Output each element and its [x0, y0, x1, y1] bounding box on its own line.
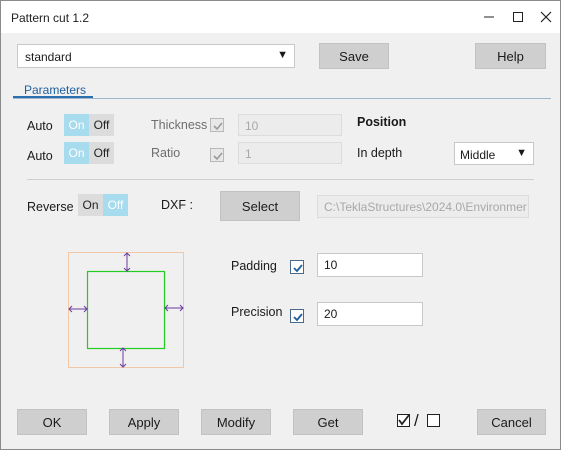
padding-label: Padding: [231, 259, 277, 273]
toggle-all-separator: /: [414, 411, 419, 430]
empty-box-icon[interactable]: [427, 414, 441, 428]
tab-divider: [13, 98, 551, 99]
checkmark-icon: [213, 122, 223, 131]
auto-toggle-ratio[interactable]: On Off: [64, 142, 114, 164]
chevron-down-icon: ▼: [277, 49, 288, 61]
title-bar: Pattern cut 1.2: [1, 1, 560, 33]
maximize-button[interactable]: [504, 1, 532, 33]
window-title: Pattern cut 1.2: [11, 11, 90, 25]
modify-button[interactable]: Modify: [201, 409, 271, 435]
section-divider: [27, 179, 534, 180]
auto-toggle-thickness[interactable]: On Off: [64, 114, 114, 136]
save-button[interactable]: Save: [319, 43, 389, 69]
precision-checkbox[interactable]: [290, 309, 304, 323]
tab-parameters[interactable]: Parameters: [24, 83, 86, 97]
help-button[interactable]: Help: [475, 43, 546, 69]
cancel-button[interactable]: Cancel: [477, 409, 546, 435]
toggle-off[interactable]: Off: [89, 114, 114, 136]
ratio-input[interactable]: 1: [238, 142, 342, 164]
reverse-label: Reverse: [27, 200, 74, 214]
padding-value: 10: [324, 258, 338, 272]
ok-button[interactable]: OK: [17, 409, 87, 435]
position-heading: Position: [357, 115, 407, 129]
dxf-path-input[interactable]: C:\TeklaStructures\2024.0\Environmer: [317, 195, 529, 218]
checkmark-icon: [213, 152, 223, 161]
in-depth-label: In depth: [357, 146, 403, 160]
toggle-all-control: /: [397, 411, 447, 431]
toggle-on[interactable]: On: [64, 114, 89, 136]
preset-value: standard: [25, 50, 72, 64]
thickness-value: 10: [245, 119, 259, 133]
padding-diagram: [68, 252, 184, 368]
precision-value: 20: [324, 307, 338, 321]
minimize-icon: [484, 16, 494, 18]
reverse-toggle[interactable]: On Off: [78, 194, 128, 216]
auto-label-ratio: Auto: [27, 149, 53, 163]
ratio-value: 1: [245, 147, 252, 161]
checked-box-icon[interactable]: [397, 414, 411, 428]
apply-button[interactable]: Apply: [109, 409, 179, 435]
toggle-on[interactable]: On: [64, 142, 89, 164]
toggle-on[interactable]: On: [78, 194, 103, 216]
minimize-button[interactable]: [475, 1, 503, 33]
precision-label: Precision: [231, 305, 283, 319]
in-depth-value: Middle: [460, 148, 496, 162]
inner-shape: [86, 270, 166, 350]
padding-arrows: [68, 252, 184, 368]
checkmark-icon: [293, 313, 303, 322]
precision-input[interactable]: 20: [317, 302, 423, 326]
padding-input[interactable]: 10: [317, 253, 423, 277]
thickness-input[interactable]: 10: [238, 114, 342, 136]
chevron-down-icon: ▼: [516, 147, 527, 159]
thickness-label: Thickness: [151, 118, 208, 132]
dxf-select-button[interactable]: Select: [220, 191, 300, 221]
dialog-window: Pattern cut 1.2 standard ▼ Save Help Par…: [0, 0, 561, 450]
in-depth-dropdown[interactable]: Middle ▼: [454, 142, 534, 165]
padding-checkbox[interactable]: [290, 260, 304, 274]
toggle-off[interactable]: Off: [103, 194, 128, 216]
ratio-label: Ratio: [151, 146, 181, 160]
checkmark-icon: [293, 264, 303, 273]
close-button[interactable]: [532, 1, 560, 33]
preset-dropdown[interactable]: standard ▼: [17, 44, 295, 68]
thickness-checkbox[interactable]: [210, 118, 224, 132]
get-button[interactable]: Get: [293, 409, 363, 435]
maximize-icon: [513, 12, 523, 22]
auto-label-thickness: Auto: [27, 119, 53, 133]
dxf-path-value: C:\TeklaStructures\2024.0\Environmer: [324, 200, 527, 214]
close-icon: [540, 11, 552, 23]
ratio-checkbox[interactable]: [210, 148, 224, 162]
dxf-label: DXF :: [161, 198, 193, 212]
toggle-off[interactable]: Off: [89, 142, 114, 164]
